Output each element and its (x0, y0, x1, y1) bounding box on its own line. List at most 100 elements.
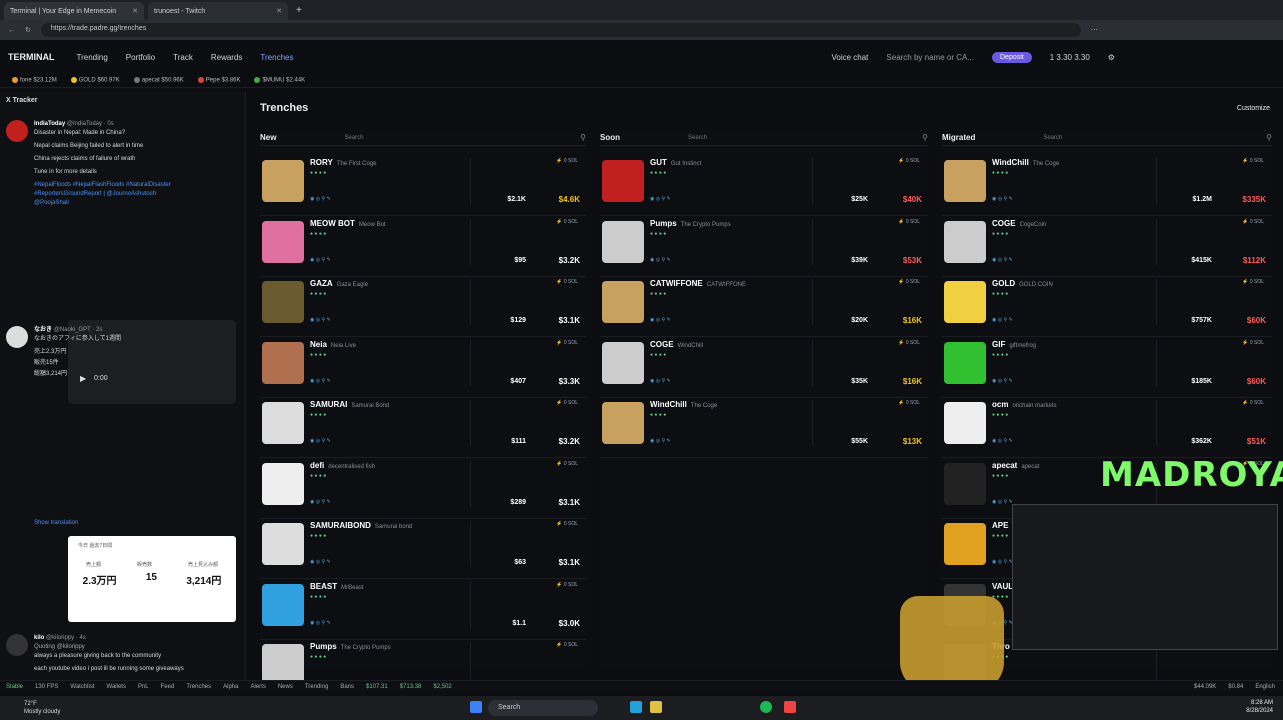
weather-widget[interactable]: 72°F Mostly cloudy (24, 700, 60, 716)
token-row[interactable]: WindChill The Coge ● ● ● ● ◉ ◎ ⚲ ✎ ⚡ 0 SOL $5… (600, 398, 928, 458)
file-explorer-icon[interactable] (650, 701, 662, 713)
buy-sol-button[interactable]: ⚡ 0 SOL (898, 219, 920, 225)
tab-twitch[interactable]: trunoest - Twitch ✕ (148, 2, 288, 20)
tweet-hashtags[interactable]: #NepalFloods #NepalFlashFloods #NaturalD… (34, 181, 240, 199)
close-icon[interactable]: ✕ (276, 7, 282, 15)
status-item[interactable]: Trending (305, 684, 328, 690)
url-field[interactable]: https://trade.padre.gg/trenches (40, 23, 1081, 37)
buy-sol-button[interactable]: ⚡ 0 SOL (898, 279, 920, 285)
back-icon[interactable]: ← (8, 27, 15, 34)
token-row[interactable]: PumpsThe Crypto Pumps ● ● ● ● ◉ ◎ ⚲ ✎ ⚡ 0 S… (600, 217, 928, 277)
system-clock[interactable]: 8:28 AM 8/28/2024 (1246, 699, 1273, 715)
buy-sol-button[interactable]: ⚡ 0 SOL (556, 461, 578, 467)
status-item[interactable]: Alerts (250, 684, 265, 690)
settings-icon[interactable]: ⚙ (1108, 53, 1115, 62)
status-item[interactable]: Bans (340, 684, 354, 690)
edge-icon[interactable] (630, 701, 642, 713)
buy-sol-button[interactable]: ⚡ 0 SOL (1242, 279, 1264, 285)
buy-sol-button[interactable]: ⚡ 0 SOL (898, 340, 920, 346)
token-row[interactable]: SAMURAI Samurai Bond ● ● ● ● ◉ ◎ ⚲ ✎ ⚡ 0 SOL… (260, 398, 586, 458)
tweet-mention[interactable]: @PoojaShali (34, 199, 240, 208)
column-search[interactable]: Search (688, 135, 707, 141)
chrome-icon[interactable] (784, 701, 796, 713)
buy-sol-button[interactable]: ⚡ 0 SOL (898, 400, 920, 406)
status-item[interactable]: Watchlist (70, 684, 94, 690)
buy-sol-button[interactable]: ⚡ 0 SOL (556, 582, 578, 588)
buy-sol-button[interactable]: ⚡ 0 SOL (1242, 219, 1264, 225)
column-search[interactable]: Search (344, 135, 363, 141)
token-row[interactable]: COGE CogeCoin ● ● ● ● ◉ ◎ ⚲ ✎ ⚡ 0 SOL $415K $1… (942, 217, 1272, 277)
nav-track[interactable]: Track (173, 53, 193, 62)
status-item[interactable]: Trenches (186, 684, 211, 690)
status-item[interactable]: Stable (6, 684, 23, 690)
buy-sol-button[interactable]: ⚡ 0 SOL (898, 158, 920, 164)
buy-sol-button[interactable]: ⚡ 0 SOL (556, 219, 578, 225)
status-item[interactable]: PnL (138, 684, 149, 690)
search-input[interactable]: Search by name or CA... (886, 53, 974, 62)
column-search[interactable]: Search (1043, 135, 1062, 141)
buy-sol-button[interactable]: ⚡ 0 SOL (556, 400, 578, 406)
token-row[interactable]: GIF giftmefrog ● ● ● ● ◉ ◎ ⚲ ✎ ⚡ 0 SOL $185K $… (942, 338, 1272, 398)
token-row[interactable]: RORY The First Coge ● ● ● ● ◉ ◎ ⚲ ✎ ⚡ 0 SOL $… (260, 156, 586, 216)
customize-button[interactable]: Customize (1237, 105, 1270, 112)
ticker-item[interactable]: $MUMU $2.44K (254, 77, 305, 84)
taskbar-search[interactable]: Search (488, 700, 598, 716)
status-item[interactable]: Wallets (107, 684, 126, 690)
token-row[interactable]: WindChill The Coge ● ● ● ● ◉ ◎ ⚲ ✎ ⚡ 0 SOL $1… (942, 156, 1272, 216)
spotify-icon[interactable] (760, 701, 772, 713)
buy-sol-button[interactable]: ⚡ 0 SOL (556, 279, 578, 285)
terminal-logo[interactable]: TERMINAL (8, 52, 55, 62)
ticker-item[interactable]: apecat $50.96K (133, 77, 184, 84)
status-right-item[interactable]: $0.84 (1228, 684, 1243, 690)
token-row[interactable]: CATWIFFONE CATWIFFONE ● ● ● ● ◉ ◎ ⚲ ✎ ⚡ 0 SO… (600, 277, 928, 337)
token-row[interactable]: Neia Neia Live ● ● ● ● ◉ ◎ ⚲ ✎ ⚡ 0 SOL $407 $3… (260, 338, 586, 398)
windows-start-icon[interactable] (470, 701, 482, 713)
token-row[interactable]: MEOW BOT Meow Bot ● ● ● ● ◉ ◎ ⚲ ✎ ⚡ 0 SOL $95… (260, 217, 586, 277)
new-tab-icon[interactable]: + (296, 5, 302, 16)
buy-sol-button[interactable]: ⚡ 0 SOL (556, 642, 578, 648)
buy-sol-button[interactable]: ⚡ 0 SOL (556, 158, 578, 164)
extensions-icon[interactable]: ⋯ (1091, 26, 1098, 34)
filter-icon[interactable]: ⚲ (580, 133, 586, 142)
tweet-indiatoday[interactable]: IndiaToday @IndiaToday · 0s Disaster in … (6, 120, 240, 208)
status-right-item[interactable]: English (1255, 684, 1275, 690)
token-row[interactable]: defi decentralised fish ● ● ● ● ◉ ◎ ⚲ ✎ ⚡ 0 … (260, 459, 586, 519)
tweet-kilo[interactable]: kilo @kilorippy · 4s Quoting @kilorippy … (6, 634, 240, 674)
wallet-balance[interactable]: 1 3.30 3.30 (1050, 53, 1090, 62)
token-row[interactable]: GOLD GOLD COIN ● ● ● ● ◉ ◎ ⚲ ✎ ⚡ 0 SOL $757K $… (942, 277, 1272, 337)
buy-sol-button[interactable]: ⚡ 0 SOL (556, 340, 578, 346)
nav-rewards[interactable]: Rewards (211, 53, 243, 62)
status-item[interactable]: Alpha (223, 684, 238, 690)
tab-terminal[interactable]: Terminal | Your Edge in Memecoin ✕ (4, 2, 144, 20)
token-row[interactable]: ocm onchain markets ● ● ● ● ◉ ◎ ⚲ ✎ ⚡ 0 SOL $… (942, 398, 1272, 458)
buy-sol-button[interactable]: ⚡ 0 SOL (1242, 158, 1264, 164)
buy-sol-button[interactable]: ⚡ 0 SOL (1242, 400, 1264, 406)
voice-chat-button[interactable]: Voice chat (831, 53, 868, 62)
status-item[interactable]: Feed (161, 684, 175, 690)
volume-value: $95 (514, 256, 526, 264)
filter-icon[interactable]: ⚲ (922, 133, 928, 142)
deposit-button[interactable]: Deposit (992, 51, 1032, 63)
token-row[interactable]: COGE WindChill ● ● ● ● ◉ ◎ ⚲ ✎ ⚡ 0 SOL $35K $1… (600, 338, 928, 398)
nav-trenches[interactable]: Trenches (260, 53, 293, 62)
nav-portfolio[interactable]: Portfolio (126, 53, 155, 62)
ticker-item[interactable]: GOLD $60.97K (70, 77, 120, 84)
ticker-item[interactable]: fone $23.12M (12, 77, 57, 84)
reload-icon[interactable]: ↻ (25, 26, 31, 34)
status-right-item[interactable]: $44.09K (1194, 684, 1216, 690)
buy-sol-button[interactable]: ⚡ 0 SOL (556, 521, 578, 527)
buy-sol-button[interactable]: ⚡ 0 SOL (1242, 340, 1264, 346)
token-row[interactable]: BEAST MrBeast ● ● ● ● ◉ ◎ ⚲ ✎ ⚡ 0 SOL $1.1 $3.… (260, 580, 586, 640)
ticker-item[interactable]: Pepe $3.86K (197, 77, 240, 84)
status-item[interactable]: News (278, 684, 293, 690)
token-row[interactable]: GAZA Gaza Eagle ● ● ● ● ◉ ◎ ⚲ ✎ ⚡ 0 SOL $129 $… (260, 277, 586, 337)
close-icon[interactable]: ✕ (132, 7, 138, 15)
token-row[interactable]: SAMURAIBOND Samurai bond ● ● ● ● ◉ ◎ ⚲ ✎ ⚡ 0… (260, 519, 586, 579)
tweet-naoki[interactable]: なおき @Naoki_GPT · 2s なおきのアフィに参入して1週間 売上2.… (6, 326, 240, 528)
nav-trending[interactable]: Trending (77, 53, 108, 62)
filter-icon[interactable]: ⚲ (1266, 133, 1272, 142)
status-item[interactable]: 130 FPS (35, 684, 58, 690)
tweet-handle: @Naoki_GPT · 2s (53, 327, 103, 333)
show-translation-link[interactable]: Show translation (34, 519, 240, 528)
token-row[interactable]: GUT Gut Instinct ● ● ● ● ◉ ◎ ⚲ ✎ ⚡ 0 SOL $25K… (600, 156, 928, 216)
